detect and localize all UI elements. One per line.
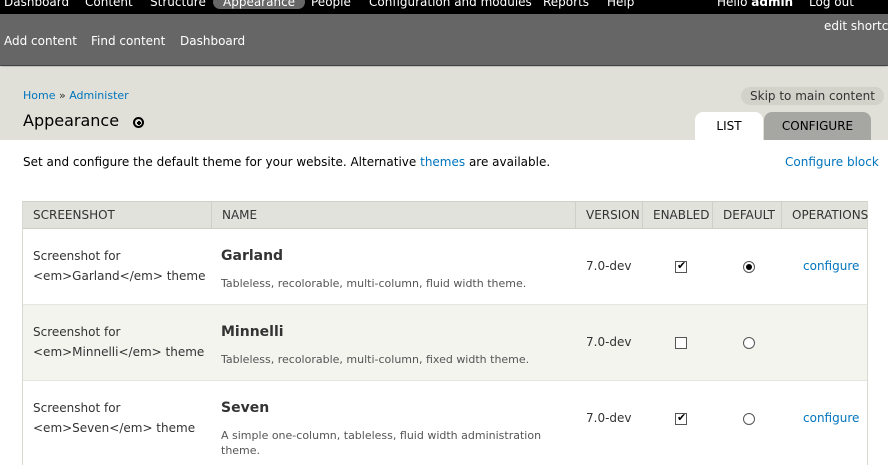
add-shortcut-icon[interactable] — [133, 117, 144, 128]
table-header: SCREENSHOT NAME VERSION ENABLED DEFAULT … — [23, 201, 868, 229]
menu-item-structure[interactable]: Structure — [150, 0, 206, 9]
column-header-screenshot: SCREENSHOT — [33, 208, 115, 222]
configure-link[interactable]: configure — [803, 411, 859, 425]
edit-shortcuts-link[interactable]: edit shortcuts — [824, 19, 888, 33]
screenshot-line: <em>Minnelli</em> theme — [33, 345, 205, 359]
logout-link[interactable]: Log out — [809, 0, 854, 9]
column-header-name: NAME — [211, 202, 575, 228]
theme-name: Garland — [221, 248, 284, 264]
default-radio[interactable] — [743, 413, 755, 425]
default-radio[interactable] — [743, 337, 755, 349]
themes-link[interactable]: themes — [420, 155, 465, 169]
intro-text: Set and configure the default theme for … — [23, 155, 550, 169]
configure-block-link[interactable]: Configure block — [785, 155, 879, 169]
theme-description: Tableless, recolorable, multi-column, fl… — [221, 277, 527, 290]
theme-version: 7.0-dev — [586, 259, 632, 273]
breadcrumb-home[interactable]: Home — [23, 89, 55, 102]
menu-item-configuration[interactable]: Configuration and modules — [369, 0, 532, 9]
table-row: Screenshot for <em>Seven</em> theme Seven… — [23, 381, 867, 465]
column-header-enabled: ENABLED — [642, 202, 712, 228]
theme-description: Tableless, recolorable, multi-column, fi… — [221, 353, 530, 366]
page-title: Appearance — [23, 111, 120, 130]
breadcrumb-separator: » — [58, 89, 66, 102]
skip-to-main-link[interactable]: Skip to main content — [741, 87, 884, 105]
intro-text-end: are available. — [465, 155, 551, 169]
theme-name: Seven — [221, 400, 270, 416]
menu-item-help[interactable]: Help — [607, 0, 634, 9]
table-row: Screenshot for <em>Minnelli</em> theme Mi… — [23, 305, 867, 381]
theme-version: 7.0-dev — [586, 411, 632, 425]
screenshot-alt-text: Screenshot for <em>Seven</em> theme — [33, 398, 195, 438]
enabled-checkbox[interactable] — [675, 259, 687, 273]
themes-table: SCREENSHOT NAME VERSION ENABLED DEFAULT … — [22, 201, 868, 465]
screenshot-line: Screenshot for — [33, 325, 121, 339]
theme-version: 7.0-dev — [586, 335, 632, 349]
default-radio[interactable] — [743, 261, 755, 273]
admin-toolbar: Dashboard Content Structure Appearance P… — [0, 0, 888, 14]
column-header-default: DEFAULT — [712, 202, 781, 228]
enabled-checkbox[interactable] — [675, 337, 687, 349]
shortcut-dashboard[interactable]: Dashboard — [180, 34, 245, 48]
screenshot-line: <em>Garland</em> theme — [33, 269, 206, 283]
breadcrumb-administer[interactable]: Administer — [69, 89, 128, 102]
user-greeting: Hello admin — [717, 0, 793, 9]
page-header: Home » Administer Appearance Skip to mai… — [0, 67, 888, 140]
theme-name: Minnelli — [221, 324, 284, 340]
theme-description: A simple one-column, tableless, fluid wi… — [221, 429, 542, 457]
screenshot-alt-text: Screenshot for <em>Minnelli</em> theme — [33, 322, 204, 362]
username-link[interactable]: admin — [751, 0, 793, 9]
configure-link[interactable]: configure — [803, 259, 859, 273]
shortcut-find-content[interactable]: Find content — [91, 34, 165, 48]
tab-configure[interactable]: CONFIGURE — [764, 112, 871, 140]
screenshot-line: Screenshot for — [33, 249, 121, 263]
hello-text: Hello — [717, 0, 748, 9]
screenshot-line: Screenshot for — [33, 401, 121, 415]
column-header-operations: OPERATIONS — [781, 202, 868, 228]
intro-text-start: Set and configure the default theme for … — [23, 155, 421, 169]
menu-item-content[interactable]: Content — [85, 0, 133, 9]
menu-item-appearance[interactable]: Appearance — [213, 0, 306, 9]
menu-item-reports[interactable]: Reports — [543, 0, 589, 9]
menu-item-dashboard[interactable]: Dashboard — [4, 0, 69, 9]
table-row: Screenshot for <em>Garland</em> theme Gar… — [23, 229, 867, 305]
menu-item-people[interactable]: People — [311, 0, 351, 9]
shortcut-bar: Add content Find content Dashboard edit … — [0, 14, 888, 66]
enabled-checkbox[interactable] — [675, 411, 687, 425]
tab-list[interactable]: LIST — [695, 112, 763, 140]
screenshot-line: <em>Seven</em> theme — [33, 421, 196, 435]
screenshot-alt-text: Screenshot for <em>Garland</em> theme — [33, 246, 205, 286]
shortcut-add-content[interactable]: Add content — [4, 34, 77, 48]
breadcrumb: Home » Administer — [23, 89, 129, 102]
column-header-version: VERSION — [575, 202, 642, 228]
